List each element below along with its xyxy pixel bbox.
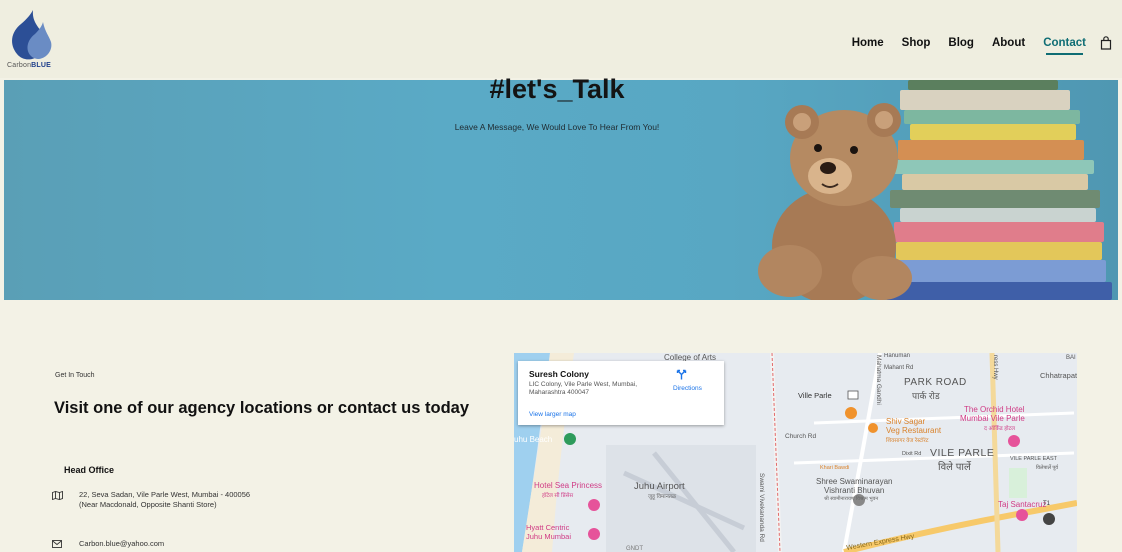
map-label-vile-parle-east: VILE PARLE EAST — [1010, 456, 1057, 462]
nav-contact[interactable]: Contact — [1043, 37, 1086, 55]
map-label-t1: T1 — [1043, 501, 1051, 507]
map-label-vile-parle-east-local: विलेपार्ले पूर्व — [1036, 465, 1058, 471]
map-label-shiv-sagar-2: Veg Restaurant — [886, 426, 942, 435]
map-icon — [52, 491, 63, 500]
map-label-hyatt-line-1: Hyatt Centric — [526, 523, 570, 532]
office-address: 22, Seva Sadan, Vile Parle West, Mumbai … — [79, 490, 251, 509]
map-label-juhu-airport-local: जुहू विमानतळ — [648, 494, 677, 500]
map-label-hyatt-line-2: Juhu Mumbai — [526, 532, 572, 541]
map-label-shree-local: श्री स्वामीनारायण विश्राम भुवन — [824, 496, 879, 502]
map-label-park-road-local: पार्क रोड — [912, 391, 940, 401]
office-title: Head Office — [64, 465, 115, 475]
map-label-church-rd: Church Rd — [785, 433, 817, 440]
drop-logo-icon — [12, 10, 52, 60]
mail-icon — [52, 540, 62, 548]
map-label-dixit-rd: Dixit Rd — [902, 451, 922, 457]
map-label-chhatrapati: Chhatrapat — [1040, 371, 1077, 380]
map-label-mahant: Mahant Rd — [884, 365, 914, 371]
directions-icon[interactable] — [676, 369, 687, 380]
map-label-juhu-airport: Juhu Airport — [634, 481, 685, 492]
map-label-hotel-sea-princess: Hotel Sea Princess — [534, 481, 603, 490]
hero-title: #let's_Talk — [489, 74, 625, 104]
hero-subtitle: Leave A Message, We Would Love To Hear F… — [454, 122, 660, 132]
shopping-bag-icon[interactable] — [1100, 36, 1112, 50]
map-label-shiv-sagar-local: शिवसागर वेज रेस्टॉरंट — [886, 438, 929, 444]
map-info-card: Suresh Colony LIC Colony, Vile Parle Wes… — [518, 361, 724, 425]
nav-home[interactable]: Home — [852, 37, 884, 49]
contact-heading: Visit one of our agency locations or con… — [54, 399, 470, 417]
map-label-shree-2: Vishranti Bhuvan — [824, 486, 885, 495]
view-larger-map-link[interactable]: View larger map — [529, 411, 576, 418]
nav-blog[interactable]: Blog — [948, 37, 974, 49]
directions-link[interactable]: Directions — [673, 385, 702, 392]
map-label-taj: Taj Santacruz — [998, 500, 1047, 509]
place-address: LIC Colony, Vile Parle West, Mumbai, Mah… — [529, 381, 638, 396]
map-label-hotel-sea-princess-local: हॉटेल सी प्रिंसेस — [542, 493, 574, 499]
carbonblue-logo[interactable]: CarbonBLUE — [7, 10, 63, 72]
map-label-vile-parle-local: विले पार्ले — [938, 462, 971, 473]
place-title: Suresh Colony — [529, 369, 589, 379]
nav-shop[interactable]: Shop — [902, 37, 931, 49]
map-label-orchid-2: Mumbai Vile Parle — [960, 414, 1025, 423]
map-label-vile-parle: VILE PARLE — [930, 447, 995, 459]
map-label-orchid-1: The Orchid Hotel — [964, 405, 1025, 414]
map-label-shiv-sagar-1: Shiv Sagar — [886, 417, 926, 426]
hero-banner — [4, 80, 1118, 300]
map-label-park-road: PARK ROAD — [904, 377, 967, 388]
map-label-hanuman: Hanuman — [884, 353, 911, 359]
nav-about[interactable]: About — [992, 37, 1025, 49]
logo-wordmark: CarbonBLUE — [7, 62, 52, 69]
map-label-juhu-beach: uhu Beach — [514, 435, 553, 444]
map-label-swami-rd: Swami Vivekananda Rd — [758, 473, 765, 542]
map-label-orchid-local: द ऑर्किड होटल — [984, 426, 1016, 432]
main-nav: Home Shop Blog About Contact — [834, 36, 1112, 55]
map-label-gndt: GNDT — [626, 546, 643, 552]
map-label-shree-1: Shree Swaminarayan — [816, 477, 893, 486]
eyebrow-text: Get In Touch — [55, 372, 95, 379]
map-label-ba: BAI — [1066, 355, 1076, 361]
map-label-express-hwy: ress Hwy — [992, 355, 998, 380]
site-header: CarbonBLUE Home Shop Blog About Contact — [0, 0, 1122, 78]
map-label-vile-parle-station: Ville Parle — [798, 391, 832, 400]
email-link[interactable]: Carbon.blue@yahoo.com — [79, 539, 164, 548]
map-label-khari-bawdi: Khari Bawdi — [820, 465, 850, 471]
map-label-mahatma: Mahatma Gandhi — [875, 355, 882, 405]
